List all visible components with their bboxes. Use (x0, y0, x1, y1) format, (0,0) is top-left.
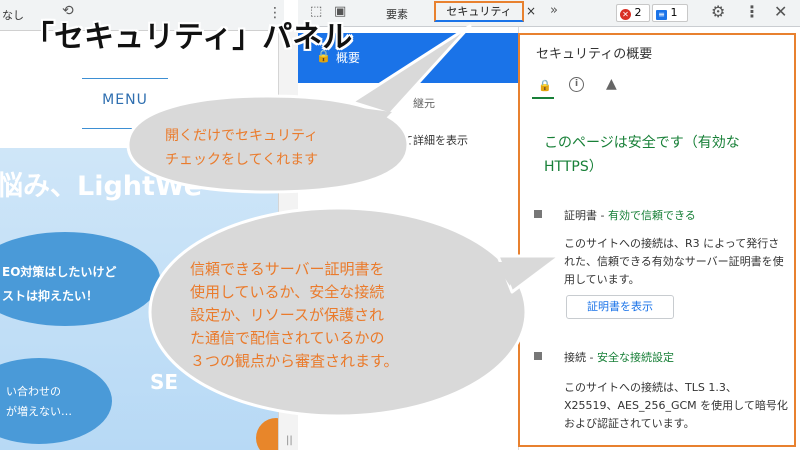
callout-bubbles (126, 24, 562, 418)
callout-line: チェックをしてくれます (165, 152, 319, 168)
overlay-title: 「セキュリティ」パネル (24, 20, 353, 55)
callout-line: 開くだけでセキュリティ (165, 128, 319, 144)
callout-line: ３つの観点から審査されます。 (190, 352, 399, 370)
callout-line: た通信で配信されているかの (190, 329, 385, 347)
callout-tail-1 (350, 24, 472, 116)
callout-line: 使用しているか、安全な接続 (190, 283, 385, 301)
callout-line: 設定か、リソースが保護され (190, 306, 384, 324)
callout-line: 信頼できるサーバー証明書を (190, 260, 385, 278)
callout-text-2: 信頼できるサーバー証明書を 使用しているか、安全な接続 設定か、リソースが保護さ… (190, 258, 399, 373)
callout-text-1: 開くだけでセキュリティ チェックをしてくれます (165, 124, 318, 172)
